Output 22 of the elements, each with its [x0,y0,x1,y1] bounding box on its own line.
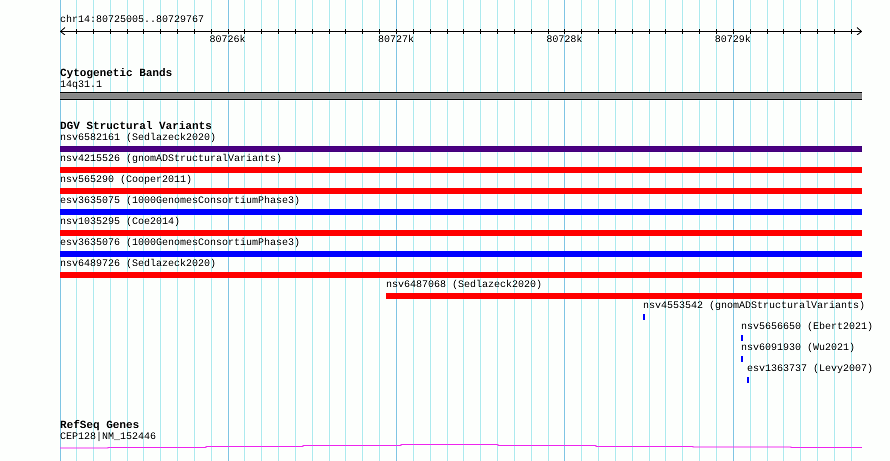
variant-label: esv3635075 (1000GenomesConsortiumPhase3) [60,196,300,208]
variant-label: esv1363737 (Levy2007) [747,364,874,376]
variant-label: nsv6582161 (Sedlazeck2020) [60,133,216,145]
variant-label: nsv6489726 (Sedlazeck2020) [60,259,216,271]
ruler-tick-label: 80729k [714,35,751,46]
variant-label: nsv6487068 (Sedlazeck2020) [386,280,542,292]
ruler-tick-label: 80726k [210,35,246,46]
track-title: DGV Structural Variants [60,121,212,133]
variant-label: nsv565290 (Cooper2011) [60,175,192,187]
ruler-tick-label: 80727k [378,35,414,46]
ruler-tick-label: 80728k [546,35,582,46]
band-label: 14q31.1 [60,80,102,92]
variant-label: nsv4553542 (gnomADStructuralVariants) [643,301,866,313]
gene-label: CEP128|NM_152446 [60,432,156,444]
ruler-position: chr14:80725005..80729767 [60,15,204,27]
variant-label: nsv6091930 (Wu2021) [741,343,856,355]
variant-label: nsv5656650 (Ebert2021) [741,322,874,334]
track-title: RefSeq Genes [60,420,140,432]
track-title: Cytogenetic Bands [60,68,172,80]
variant-label: esv3635076 (1000GenomesConsortiumPhase3) [60,238,300,250]
variant-label: nsv4215526 (gnomADStructuralVariants) [60,154,282,166]
variant-label: nsv1035295 (Coe2014) [60,217,180,229]
